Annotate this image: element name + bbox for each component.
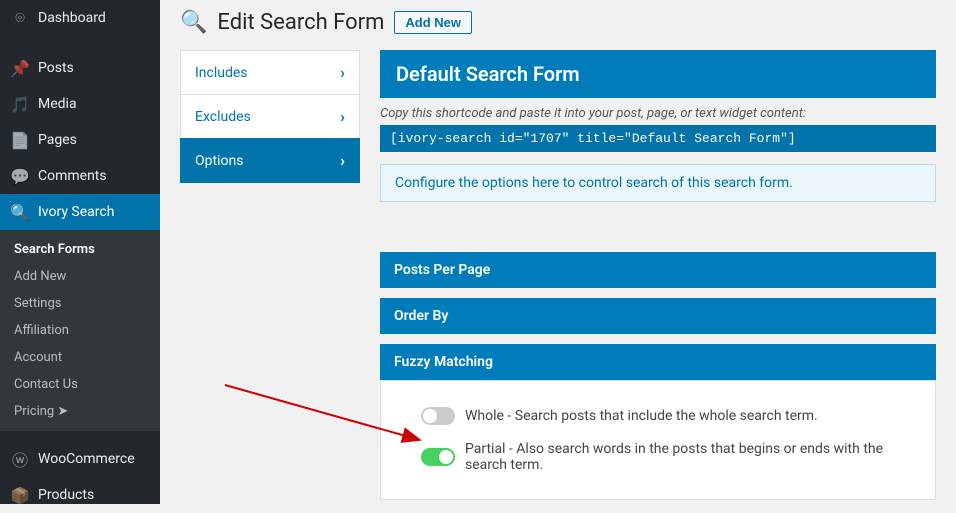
sidebar-item-label: WooCommerce [38, 451, 135, 467]
section-fuzzy-matching[interactable]: Fuzzy Matching [380, 344, 936, 380]
tab-content: Default Search Form Copy this shortcode … [380, 50, 936, 500]
sidebar-item-label: Ivory Search [38, 204, 114, 220]
chevron-right-icon: › [340, 63, 345, 82]
form-title: Default Search Form [380, 50, 936, 98]
sidebar-item-label: Comments [38, 168, 107, 184]
sidebar-item-pages[interactable]: 📄 Pages [0, 122, 160, 158]
chevron-right-icon: › [340, 107, 345, 126]
sidebar-item-posts[interactable]: 📌 Posts [0, 50, 160, 86]
submenu-affiliation[interactable]: Affiliation [0, 317, 160, 344]
sidebar-item-label: Pages [38, 132, 77, 148]
sidebar-item-label: Posts [38, 60, 74, 76]
section-posts-per-page[interactable]: Posts Per Page [380, 252, 936, 288]
products-icon: 📦 [10, 485, 30, 505]
shortcode-hint: Copy this shortcode and paste it into yo… [380, 98, 936, 125]
tab-includes[interactable]: Includes › [180, 50, 360, 95]
tab-label: Excludes [195, 109, 251, 125]
add-new-button[interactable]: Add New [394, 11, 472, 34]
media-icon: 🎵 [10, 94, 30, 114]
toggle-partial[interactable] [421, 448, 455, 466]
pin-icon: 📌 [10, 58, 30, 78]
settings-tabs: Includes › Excludes › Options › [180, 50, 360, 182]
section-order-by[interactable]: Order By [380, 298, 936, 334]
submenu-search-forms[interactable]: Search Forms [0, 236, 160, 263]
tab-label: Options [195, 153, 243, 169]
search-icon: 🔍 [10, 202, 30, 222]
submenu-add-new[interactable]: Add New [0, 263, 160, 290]
sidebar-item-label: Products [38, 487, 94, 503]
pages-icon: 📄 [10, 130, 30, 150]
fuzzy-whole-row: Whole - Search posts that include the wh… [421, 399, 925, 433]
sidebar-item-woocommerce[interactable]: ⓦ WooCommerce [0, 441, 160, 477]
sidebar-submenu: Search Forms Add New Settings Affiliatio… [0, 230, 160, 431]
main-content: 🔍 Edit Search Form Add New Includes › Ex… [160, 0, 956, 504]
comments-icon: 💬 [10, 166, 30, 186]
options-info: Configure the options here to control se… [380, 164, 936, 202]
chevron-right-icon: › [340, 151, 345, 170]
fuzzy-body: Whole - Search posts that include the wh… [380, 380, 936, 500]
toggle-label: Partial - Also search words in the posts… [465, 441, 925, 473]
submenu-contact-us[interactable]: Contact Us [0, 371, 160, 398]
dashboard-icon: ⌾ [10, 8, 30, 28]
search-icon: 🔍 [180, 10, 207, 35]
tab-options[interactable]: Options › [180, 138, 360, 183]
toggle-label: Whole - Search posts that include the wh… [465, 408, 818, 424]
sidebar-item-label: Media [38, 96, 77, 112]
sidebar-item-products[interactable]: 📦 Products [0, 477, 160, 513]
sidebar-item-media[interactable]: 🎵 Media [0, 86, 160, 122]
toggle-whole[interactable] [421, 407, 455, 425]
sidebar-item-dashboard[interactable]: ⌾ Dashboard [0, 0, 160, 36]
page-heading: 🔍 Edit Search Form Add New [180, 10, 936, 35]
page-title: Edit Search Form [217, 10, 384, 35]
tab-excludes[interactable]: Excludes › [180, 94, 360, 139]
sidebar-item-ivory-search[interactable]: 🔍 Ivory Search [0, 194, 160, 230]
submenu-pricing[interactable]: Pricing ➤ [0, 398, 160, 425]
submenu-account[interactable]: Account [0, 344, 160, 371]
sidebar-item-label: Dashboard [38, 10, 106, 26]
admin-sidebar: ⌾ Dashboard 📌 Posts 🎵 Media 📄 Pages 💬 Co… [0, 0, 160, 504]
woocommerce-icon: ⓦ [10, 449, 30, 469]
tab-label: Includes [195, 65, 248, 81]
shortcode-code[interactable]: [ivory-search id="1707" title="Default S… [380, 125, 936, 152]
sidebar-item-comments[interactable]: 💬 Comments [0, 158, 160, 194]
fuzzy-partial-row: Partial - Also search words in the posts… [421, 433, 925, 481]
submenu-settings[interactable]: Settings [0, 290, 160, 317]
